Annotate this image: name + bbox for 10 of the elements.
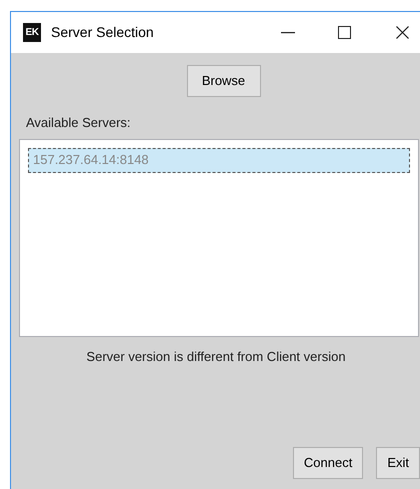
version-warning-message: Server version is different from Client version (85, 348, 347, 366)
dialog-button[interactable]: Connect (292, 447, 364, 479)
browse-button[interactable]: Browse (186, 65, 260, 97)
minimize-icon (281, 32, 295, 34)
close-icon (396, 26, 408, 39)
available-servers-label: Available Servers: (26, 114, 132, 132)
app-logo-icon: EK (23, 23, 41, 42)
maximize-icon (338, 26, 350, 39)
dialog-button[interactable]: Exit (376, 447, 420, 479)
window-title: Server Selection (51, 23, 154, 42)
